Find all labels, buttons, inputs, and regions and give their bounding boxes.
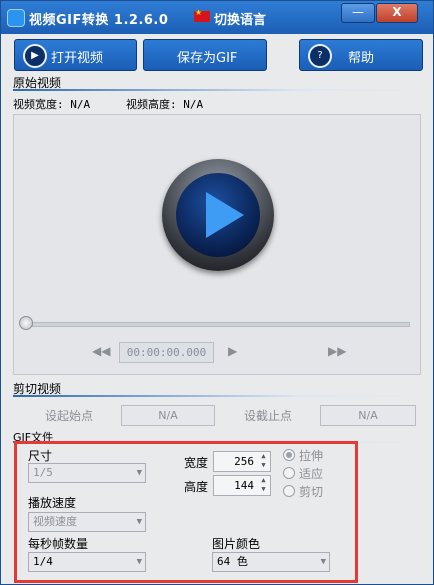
width-spinner[interactable]: 256 ▲ ▼ — [213, 451, 271, 472]
step-forward-icon[interactable]: ▶ — [228, 344, 237, 358]
help-button[interactable]: ? 帮助 — [299, 39, 423, 71]
app-window: 视频GIF转换 1.2.6.0 切换语言 — X ▶ 打开视频 保存为GIF ?… — [0, 0, 434, 585]
color-select[interactable]: 64 色 ▼ — [212, 552, 330, 572]
save-gif-button[interactable]: 保存为GIF — [143, 39, 267, 71]
start-point-field: N/A — [121, 405, 215, 426]
radio-stretch[interactable]: 拉伸 — [283, 447, 323, 464]
speed-label: 播放速度 — [28, 496, 77, 510]
video-height-info: 视频高度: N/A — [126, 98, 204, 111]
radio-icon — [283, 485, 295, 497]
fps-label: 每秒帧数量 — [28, 537, 89, 551]
app-icon — [7, 9, 25, 27]
width-label: 宽度 — [184, 456, 209, 470]
chevron-down-icon: ▼ — [320, 557, 326, 567]
switch-language-link[interactable]: 切换语言 — [214, 9, 266, 28]
chevron-down-icon: ▼ — [136, 468, 142, 478]
section-divider — [13, 395, 419, 397]
chevron-down-icon: ▼ — [136, 557, 142, 567]
rewind-icon[interactable]: ◀◀ — [92, 344, 110, 358]
spin-up-icon[interactable]: ▲ — [258, 476, 269, 485]
radio-crop[interactable]: 剪切 — [283, 483, 323, 500]
fast-forward-icon[interactable]: ▶▶ — [328, 344, 346, 358]
size-label: 尺寸 — [28, 449, 53, 463]
question-icon: ? — [308, 44, 332, 68]
help-label: 帮助 — [348, 51, 375, 66]
color-label: 图片颜色 — [212, 537, 261, 551]
spin-down-icon[interactable]: ▼ — [258, 461, 269, 470]
chevron-down-icon: ▼ — [136, 517, 142, 527]
play-button[interactable] — [162, 159, 274, 271]
radio-icon — [283, 467, 295, 479]
spin-up-icon[interactable]: ▲ — [258, 452, 269, 461]
open-video-button[interactable]: ▶ 打开视频 — [14, 39, 137, 71]
section-divider — [13, 89, 419, 91]
window-title: 视频GIF转换 1.2.6.0 — [29, 13, 169, 28]
set-end-button[interactable]: 设截止点 — [244, 407, 292, 424]
fps-select[interactable]: 1/4 ▼ — [28, 552, 146, 572]
seek-bar[interactable] — [32, 322, 410, 327]
end-point-field: N/A — [320, 405, 416, 426]
video-width-info: 视频宽度: N/A — [13, 98, 91, 111]
open-video-label: 打开视频 — [51, 51, 104, 66]
timecode-display: 00:00:00.000 — [119, 342, 214, 363]
radio-selected-icon — [283, 449, 295, 461]
radio-fit[interactable]: 适应 — [283, 465, 323, 482]
minimize-button[interactable]: — — [341, 3, 375, 23]
set-start-button[interactable]: 设起始点 — [45, 407, 93, 424]
play-icon — [176, 173, 260, 257]
speed-select[interactable]: 视频速度 ▼ — [28, 512, 146, 532]
height-spinner[interactable]: 144 ▲ ▼ — [213, 475, 271, 496]
save-gif-label: 保存为GIF — [177, 51, 238, 66]
spin-down-icon[interactable]: ▼ — [258, 485, 269, 494]
play-circle-icon: ▶ — [23, 44, 47, 68]
video-preview[interactable]: ◀◀ 00:00:00.000 ▶ ▶▶ — [13, 114, 421, 375]
height-label: 高度 — [184, 480, 209, 494]
close-button[interactable]: X — [376, 3, 418, 23]
title-bar[interactable]: 视频GIF转换 1.2.6.0 切换语言 — X — [1, 1, 433, 34]
china-flag-icon[interactable] — [194, 8, 210, 22]
size-select[interactable]: 1/5 ▼ — [28, 463, 146, 483]
seek-thumb[interactable] — [19, 316, 33, 330]
